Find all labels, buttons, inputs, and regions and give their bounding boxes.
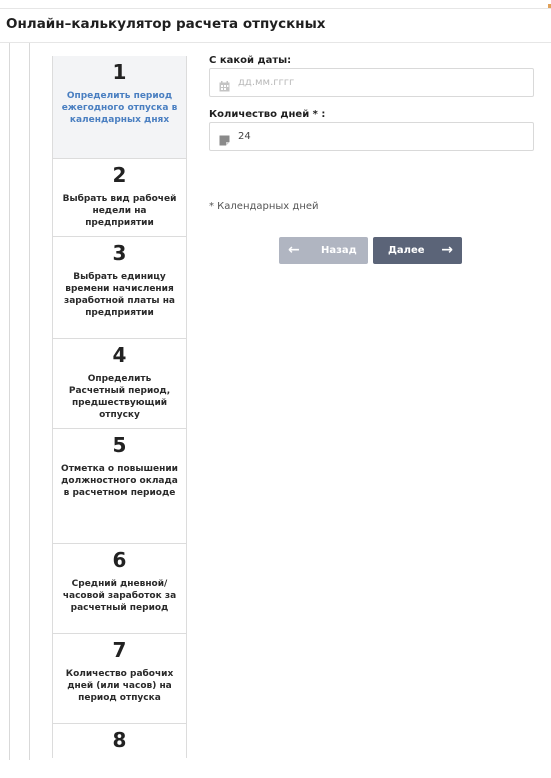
step-6[interactable]: 6 Средний дневной/ часовой заработок за … — [53, 544, 186, 634]
step-label: Определить период ежегодного отпуска в к… — [61, 91, 178, 125]
step-number: 6 — [112, 548, 127, 572]
step-label: Количество рабочих дней (или часов) на п… — [65, 669, 174, 703]
title-divider — [0, 42, 551, 43]
step-2[interactable]: 2 Выбрать вид рабочей недели на предприя… — [53, 159, 186, 237]
panel-border-inner — [29, 43, 30, 760]
step-number: 7 — [112, 638, 127, 662]
step-1[interactable]: 1 Определить период ежегодного отпуска в… — [53, 56, 186, 159]
steps-sidebar: 1 Определить период ежегодного отпуска в… — [52, 56, 187, 758]
top-divider — [0, 8, 551, 9]
step-number: 5 — [112, 433, 127, 457]
start-date-field[interactable] — [209, 68, 534, 97]
arrow-right-icon: → — [441, 242, 453, 258]
page-title: Онлайн–калькулятор расчета отпускных — [6, 16, 326, 32]
step-number: 2 — [112, 163, 127, 187]
step-label: Определить Расчетный период, предшествую… — [68, 374, 171, 420]
start-date-input[interactable] — [238, 69, 518, 96]
start-date-label: С какой даты: — [209, 55, 292, 66]
step-number: 4 — [112, 343, 127, 367]
step-number: 1 — [112, 60, 127, 84]
note-icon — [219, 131, 230, 146]
days-field[interactable] — [209, 122, 534, 151]
days-input[interactable] — [238, 123, 518, 150]
step-3[interactable]: 3 Выбрать единицу времени начисления зар… — [53, 237, 186, 339]
step-8[interactable]: 8 — [53, 724, 186, 758]
step-4[interactable]: 4 Определить Расчетный период, предшеств… — [53, 339, 186, 429]
back-button[interactable]: ← Назад — [279, 237, 368, 264]
step-label: Выбрать вид рабочей недели на предприяти… — [62, 194, 177, 228]
next-button[interactable]: Далее → — [373, 237, 462, 264]
step-number: 8 — [112, 728, 127, 752]
panel-border-left — [9, 43, 10, 760]
step-number: 3 — [112, 241, 127, 265]
step-label: Выбрать единицу времени начисления зараб… — [63, 272, 175, 318]
days-label: Количество дней * : — [209, 109, 326, 120]
arrow-left-icon: ← — [288, 242, 300, 258]
step-label: Отметка о повышении должностного оклада … — [61, 464, 178, 498]
step-label: Средний дневной/ часовой заработок за ра… — [62, 579, 177, 613]
next-button-label: Далее — [388, 245, 425, 256]
calendar-icon — [219, 77, 230, 92]
back-button-label: Назад — [321, 245, 357, 256]
calendar-days-note: * Календарных дней — [209, 201, 319, 212]
step-5[interactable]: 5 Отметка о повышении должностного оклад… — [53, 429, 186, 544]
step-7[interactable]: 7 Количество рабочих дней (или часов) на… — [53, 634, 186, 724]
